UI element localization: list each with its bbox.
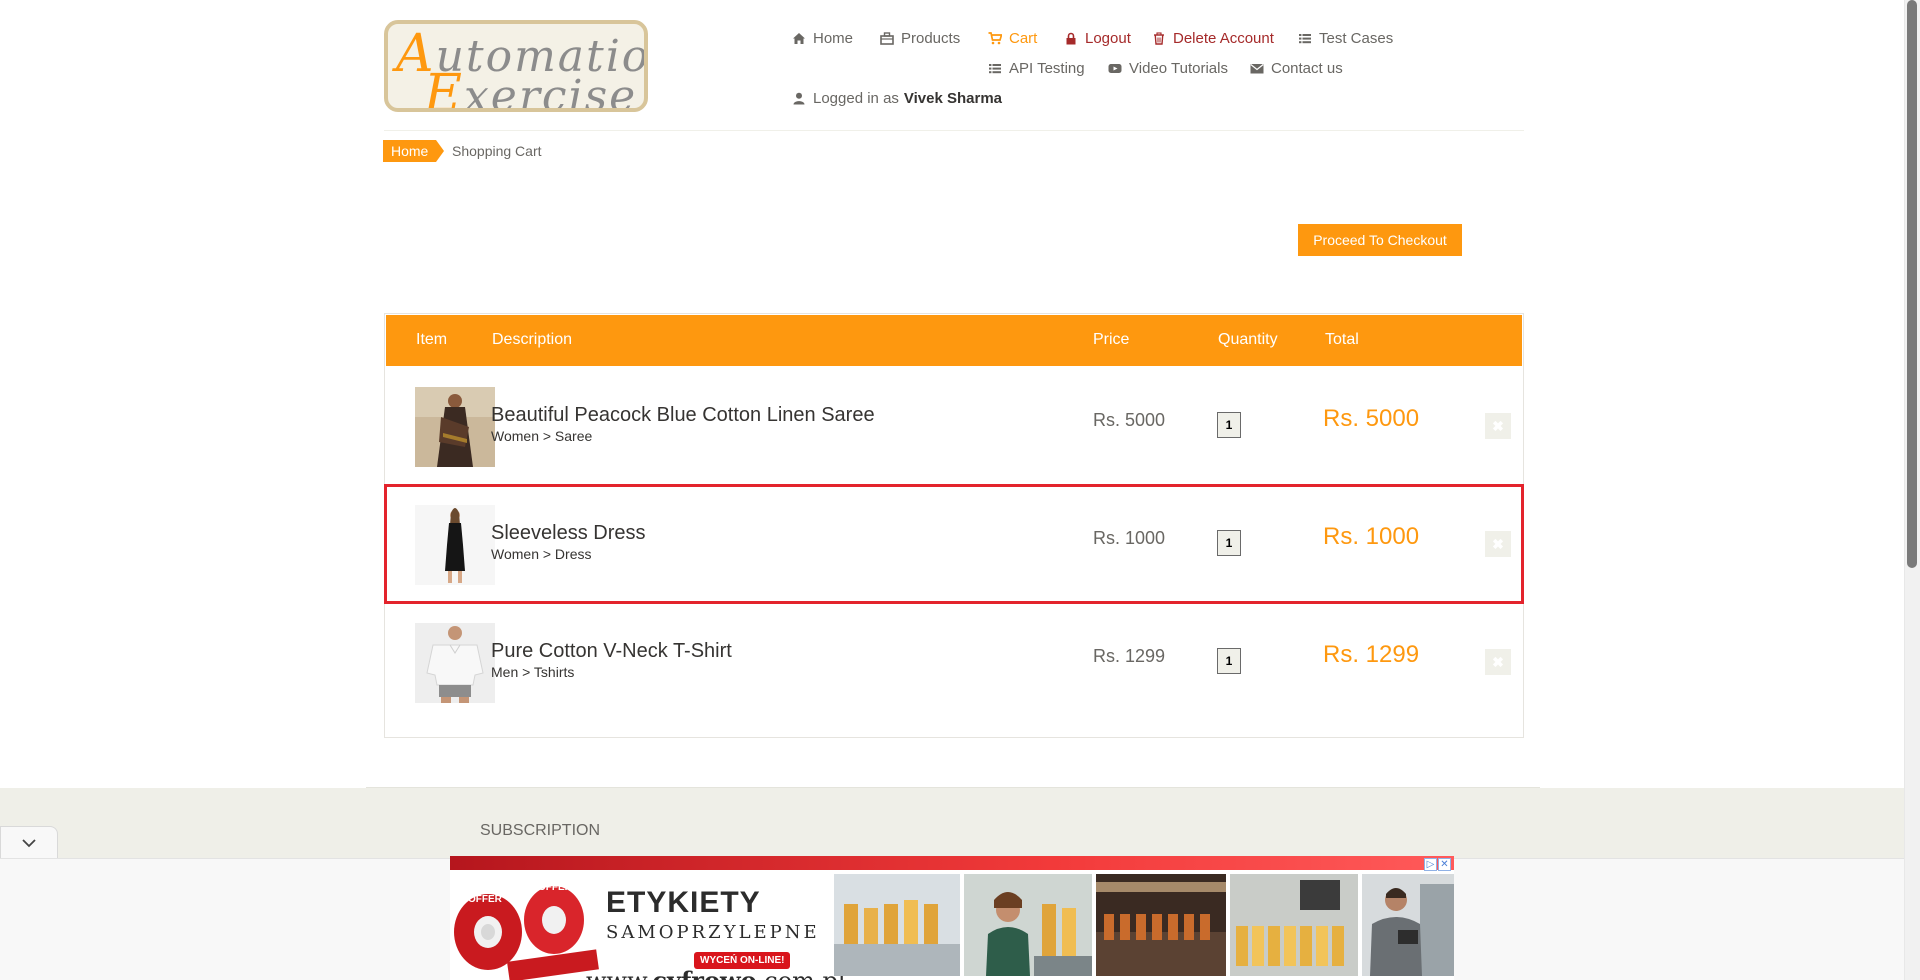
footer-divider <box>366 787 1540 788</box>
nav-cart[interactable]: Cart <box>988 30 1037 47</box>
nav-api-testing[interactable]: API Testing <box>988 60 1085 77</box>
cart-row: Sleeveless Dress Women > Dress Rs. 1000 … <box>384 484 1524 604</box>
header-price: Price <box>1093 331 1130 348</box>
nav-contact-us-label: Contact us <box>1271 60 1343 77</box>
ad-subtitle: SAMOPRZYLEPNE <box>606 922 820 943</box>
advertisement-banner[interactable]: OFFER OFFER ETYKIETY SAMOPRZYLEPNE WYCEŃ… <box>450 856 1454 980</box>
roll-label: OFFER <box>538 882 573 893</box>
product-total: Rs. 1000 <box>1323 523 1420 550</box>
nav-home-label: Home <box>813 30 854 47</box>
cart-row: Beautiful Peacock Blue Cotton Linen Sare… <box>385 367 1523 485</box>
subscription-heading: SUBSCRIPTION <box>480 822 601 839</box>
adchoices-icon[interactable]: ▷ <box>1424 858 1437 871</box>
nav-test-cases[interactable]: Test Cases <box>1298 30 1393 47</box>
nav-test-cases-label: Test Cases <box>1319 30 1394 47</box>
product-category: Women > Saree <box>491 428 593 444</box>
header-item: Item <box>416 331 448 348</box>
site-logo[interactable]: Automation Exercise <box>384 20 648 112</box>
ad-collapse-toggle[interactable] <box>0 826 58 858</box>
close-icon: ✖ <box>1492 536 1504 552</box>
product-category: Men > Tshirts <box>491 664 575 680</box>
delete-item-button[interactable]: ✖ <box>1485 413 1511 439</box>
ad-left-panel: OFFER OFFER ETYKIETY SAMOPRZYLEPNE WYCEŃ… <box>450 870 846 980</box>
product-total: Rs. 5000 <box>1323 405 1420 432</box>
delete-item-button[interactable]: ✖ <box>1485 649 1511 675</box>
cart-table: Item Description Price Quantity Total Be… <box>384 313 1524 738</box>
header-divider <box>384 130 1524 131</box>
delete-item-button[interactable]: ✖ <box>1485 531 1511 557</box>
product-name[interactable]: Beautiful Peacock Blue Cotton Linen Sare… <box>491 404 875 427</box>
nav-contact-us[interactable]: Contact us <box>1250 60 1343 77</box>
ad-url-brand: cyfrowo <box>652 966 756 980</box>
close-icon: ✖ <box>1492 654 1504 670</box>
nav-logout[interactable]: Logout <box>1064 30 1131 47</box>
ad-url-suffix: .com.pl <box>757 967 846 980</box>
shopping-cart-icon <box>988 32 1002 45</box>
product-total: Rs. 1299 <box>1323 641 1420 668</box>
nav-products[interactable]: Products <box>880 30 960 47</box>
ad-url[interactable]: www.cyfrowo.com.pl <box>586 966 846 980</box>
product-quantity: 1 <box>1217 530 1241 556</box>
product-image[interactable] <box>415 387 495 467</box>
nav-home[interactable]: Home <box>792 30 853 47</box>
chevron-down-icon <box>22 838 36 847</box>
ad-photo-worker <box>964 874 1092 976</box>
nav-video-tutorials-label: Video Tutorials <box>1129 60 1228 77</box>
close-icon: ✖ <box>1492 418 1504 434</box>
list-icon <box>1299 34 1311 44</box>
nav-cart-label: Cart <box>1009 30 1038 47</box>
nav-delete-account[interactable]: Delete Account <box>1152 30 1274 47</box>
ad-url-prefix: www. <box>586 967 652 980</box>
product-category: Women > Dress <box>491 546 592 562</box>
product-image[interactable] <box>415 623 495 703</box>
home-icon <box>793 33 805 44</box>
ad-top-strip <box>450 856 1454 870</box>
breadcrumb-home[interactable]: Home <box>383 140 445 162</box>
product-price: Rs. 1299 <box>1093 646 1166 666</box>
cart-row: Pure Cotton V-Neck T-Shirt Men > Tshirts… <box>385 603 1523 721</box>
logged-in-label: Logged in as <box>813 90 899 107</box>
roll-label: OFFER <box>468 894 503 905</box>
header-quantity: Quantity <box>1218 331 1278 348</box>
ad-photo-production-line <box>1096 874 1226 976</box>
lock-icon <box>1066 32 1076 45</box>
user-icon <box>793 92 805 105</box>
product-price: Rs. 5000 <box>1093 410 1166 430</box>
product-price: Rs. 1000 <box>1093 528 1166 548</box>
page: Automation Exercise Home Products Cart L… <box>0 0 1920 980</box>
trash-icon <box>1154 32 1164 45</box>
breadcrumb-current: Shopping Cart <box>452 143 542 159</box>
logged-in-status: Logged in as Vivek Sharma <box>792 90 1002 107</box>
nav-api-testing-label: API Testing <box>1009 60 1085 77</box>
header-description: Description <box>492 331 573 348</box>
product-image[interactable] <box>415 505 495 585</box>
cart-table-header: Item Description Price Quantity Total <box>386 315 1522 366</box>
youtube-icon <box>1108 64 1122 73</box>
scrollbar-thumb[interactable] <box>1907 0 1917 568</box>
products-icon <box>880 32 894 45</box>
logo-line-2: Exercise <box>424 64 638 112</box>
ad-photo-technician <box>1362 874 1454 976</box>
list-icon <box>989 64 1001 74</box>
product-name[interactable]: Sleeveless Dress <box>491 522 646 545</box>
ad-photo-bottles <box>834 874 960 976</box>
nav-delete-account-label: Delete Account <box>1173 30 1274 47</box>
product-name[interactable]: Pure Cotton V-Neck T-Shirt <box>491 640 732 663</box>
product-quantity: 1 <box>1217 412 1241 438</box>
product-quantity: 1 <box>1217 648 1241 674</box>
label-rolls-image: OFFER OFFER <box>450 870 600 980</box>
logged-in-username: Vivek Sharma <box>903 90 1003 107</box>
ad-photo-golden-bottles <box>1230 874 1358 976</box>
close-icon[interactable]: ✕ <box>1438 858 1451 871</box>
nav-products-label: Products <box>901 30 961 47</box>
ad-title: ETYKIETY <box>606 886 761 919</box>
nav-logout-label: Logout <box>1085 30 1131 47</box>
header-total: Total <box>1325 331 1359 348</box>
nav-video-tutorials[interactable]: Video Tutorials <box>1108 60 1228 77</box>
envelope-icon <box>1250 64 1264 74</box>
proceed-to-checkout-button[interactable]: Proceed To Checkout <box>1298 224 1462 256</box>
